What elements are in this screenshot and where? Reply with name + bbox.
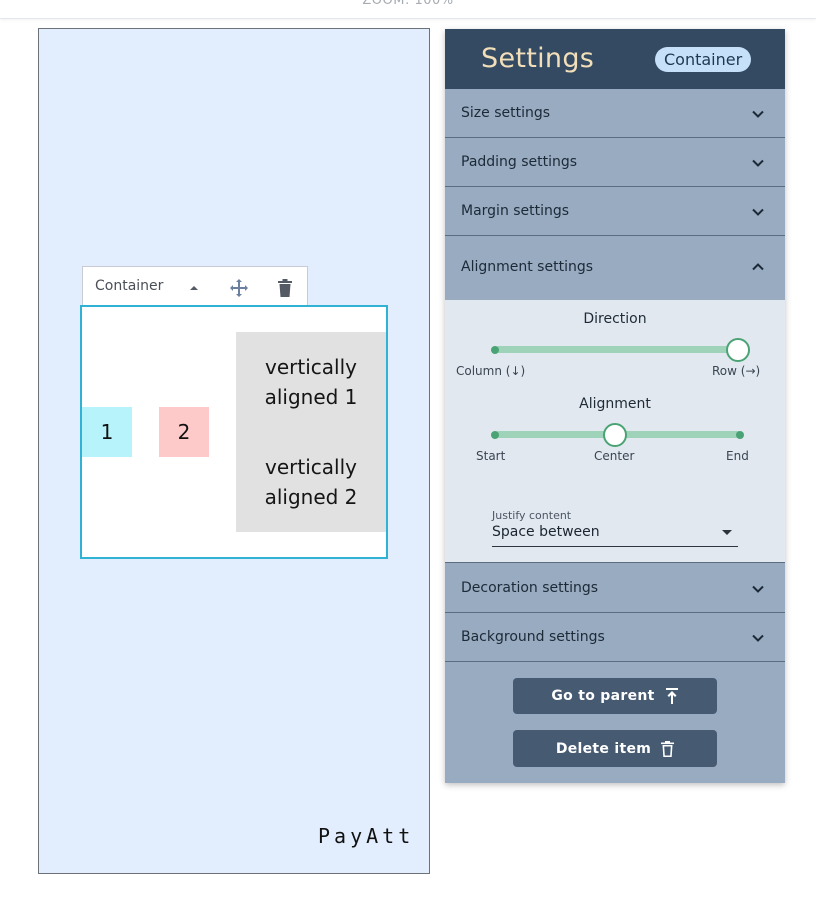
section-background[interactable]: Background settings bbox=[445, 613, 785, 662]
alignment-center-label: Center bbox=[594, 449, 635, 463]
section-alignment[interactable]: Alignment settings bbox=[445, 236, 785, 300]
caret-up-icon[interactable] bbox=[183, 277, 205, 299]
element-toolbar: Container bbox=[82, 266, 308, 307]
chevron-down-icon bbox=[752, 110, 764, 118]
brand-logo-text: PayAtt bbox=[318, 824, 415, 848]
alignment-title: Alignment bbox=[579, 396, 651, 412]
settings-header: Settings Container bbox=[445, 29, 785, 89]
section-alignment-label: Alignment settings bbox=[461, 259, 594, 275]
section-decoration[interactable]: Decoration settings bbox=[445, 563, 785, 613]
section-size[interactable]: Size settings bbox=[445, 89, 785, 138]
element-type-badge: Container bbox=[655, 47, 752, 72]
item-1-box[interactable]: 1 bbox=[82, 407, 132, 457]
section-decoration-label: Decoration settings bbox=[461, 580, 599, 596]
section-margin[interactable]: Margin settings bbox=[445, 187, 785, 236]
section-size-label: Size settings bbox=[461, 105, 551, 121]
direction-stop-column[interactable] bbox=[491, 346, 499, 354]
alignment-end-label: End bbox=[726, 449, 749, 463]
move-icon[interactable] bbox=[228, 277, 250, 299]
zoom-label: ZOOM: 100% bbox=[362, 0, 454, 8]
justify-content-select[interactable]: Space between bbox=[492, 522, 738, 547]
trash-icon bbox=[661, 740, 675, 757]
dropdown-caret-icon bbox=[722, 530, 732, 535]
chevron-down-icon bbox=[752, 585, 764, 593]
go-to-parent-button[interactable]: Go to parent bbox=[513, 678, 717, 714]
direction-column-label: Column (↓) bbox=[456, 364, 526, 378]
alignment-stop-end[interactable] bbox=[736, 431, 744, 439]
top-bar: ZOOM: 100% bbox=[0, 0, 816, 19]
direction-slider-thumb[interactable] bbox=[726, 338, 750, 362]
section-padding[interactable]: Padding settings bbox=[445, 138, 785, 187]
justify-content-label: Justify content bbox=[492, 509, 572, 522]
vertical-text-1: vertically aligned 1 bbox=[264, 355, 358, 409]
delete-item-button[interactable]: Delete item bbox=[513, 730, 717, 767]
selected-container[interactable]: 1 2 vertically aligned 1 vertically alig… bbox=[80, 305, 388, 559]
arrow-up-to-line-icon bbox=[665, 688, 678, 704]
justify-content-value: Space between bbox=[492, 524, 600, 540]
item-2-box[interactable]: 2 bbox=[159, 407, 209, 457]
go-to-parent-label: Go to parent bbox=[551, 688, 655, 704]
section-padding-label: Padding settings bbox=[461, 154, 578, 170]
direction-row-label: Row (→) bbox=[712, 364, 761, 378]
direction-slider-track[interactable] bbox=[495, 346, 741, 353]
item-1-label: 1 bbox=[100, 420, 114, 444]
section-background-label: Background settings bbox=[461, 629, 605, 645]
delete-item-label: Delete item bbox=[555, 740, 652, 757]
direction-title: Direction bbox=[583, 311, 647, 327]
chevron-down-icon bbox=[752, 634, 764, 642]
chevron-down-icon bbox=[752, 208, 764, 216]
alignment-settings-body: Direction Column (↓) Row (→) Alignment S… bbox=[445, 300, 785, 563]
item-2-label: 2 bbox=[177, 420, 191, 444]
trash-icon[interactable] bbox=[274, 277, 296, 299]
section-margin-label: Margin settings bbox=[461, 203, 570, 219]
chevron-down-icon bbox=[752, 159, 764, 167]
element-type-label: Container bbox=[95, 278, 164, 294]
alignment-start-label: Start bbox=[476, 449, 506, 463]
vertical-text-2: vertically aligned 2 bbox=[264, 455, 358, 509]
alignment-slider-thumb[interactable] bbox=[603, 423, 627, 447]
chevron-up-icon bbox=[752, 263, 764, 271]
settings-panel: Settings Container Size settings Padding… bbox=[445, 29, 785, 783]
settings-title: Settings bbox=[481, 43, 595, 74]
vertical-text-container[interactable]: vertically aligned 1 vertically aligned … bbox=[236, 332, 386, 532]
alignment-stop-start[interactable] bbox=[491, 431, 499, 439]
